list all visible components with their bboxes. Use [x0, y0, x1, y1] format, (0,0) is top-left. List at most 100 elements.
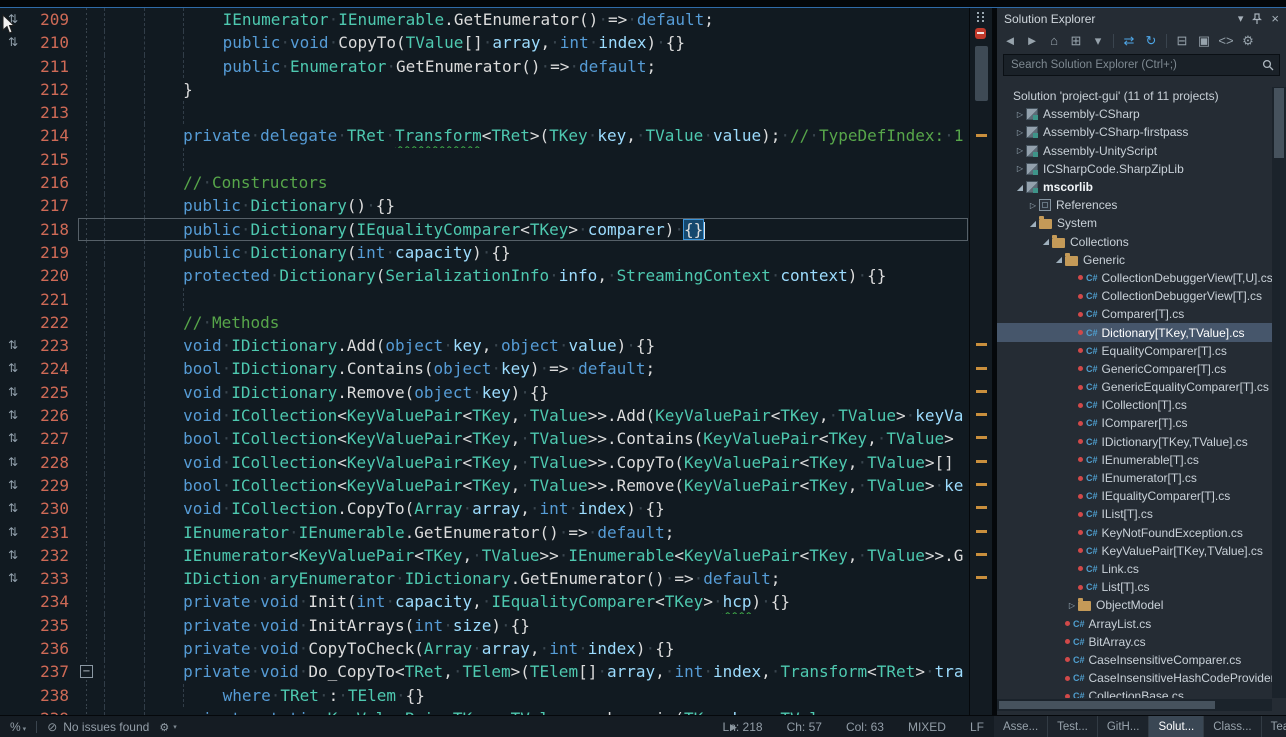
line-number[interactable]: 216 — [26, 171, 78, 194]
search-icon[interactable] — [1262, 59, 1274, 71]
tree-item[interactable]: C#CaseInsensitiveComparer.cs — [997, 651, 1272, 669]
code-line[interactable]: ⇅230void·ICollection.CopyTo(Array·array,… — [0, 497, 970, 520]
code-line[interactable]: 219public·Dictionary(int·capacity)·{} — [0, 241, 970, 264]
code-line[interactable]: ⇅233IDiction·aryEnumerator·IDictionary.G… — [0, 567, 970, 590]
view-picker-caret-icon[interactable]: ▾ — [1089, 31, 1107, 51]
scroll-right-icon[interactable]: ▶ — [730, 722, 737, 733]
tree-item[interactable]: ▷ICSharpCode.SharpZipLib — [997, 160, 1272, 178]
line-number[interactable]: 221 — [26, 288, 78, 311]
code-editor[interactable]: ⇅209IEnumerator·IEnumerable.GetEnumerato… — [0, 8, 992, 715]
fold-collapse-icon[interactable]: − — [80, 665, 93, 678]
line-number[interactable]: 231 — [26, 521, 78, 544]
eol-indicator[interactable]: LF — [970, 720, 984, 734]
code-line[interactable]: ⇅224bool·IDictionary.Contains(object·key… — [0, 357, 970, 380]
code-cleanup-button[interactable]: ⚙ ▾ — [159, 721, 176, 734]
line-number[interactable]: 237 — [26, 660, 78, 683]
code-line[interactable]: 237−private·void·Do_CopyTo<TRet,·TElem>(… — [0, 660, 970, 683]
line-number[interactable]: 220 — [26, 264, 78, 287]
tree-item[interactable]: ◢Generic — [997, 251, 1272, 269]
tree-item[interactable]: C#CollectionDebuggerView[T,U].cs — [997, 269, 1272, 287]
scrollbar-thumb[interactable] — [1274, 88, 1284, 158]
code-line[interactable]: ⇅229bool·ICollection<KeyValuePair<TKey,·… — [0, 474, 970, 497]
code-line[interactable]: 235private·void·InitArrays(int·size)·{} — [0, 614, 970, 637]
code-line[interactable]: 215 — [0, 148, 970, 171]
code-line[interactable]: ⇅209IEnumerator·IEnumerable.GetEnumerato… — [0, 8, 970, 31]
line-number[interactable]: 228 — [26, 451, 78, 474]
code-line[interactable]: 214private·delegate·TRet·Transform<TRet>… — [0, 124, 970, 147]
references-gutter-icon[interactable]: ⇅ — [0, 544, 26, 567]
tree-item[interactable]: C#Comparer[T].cs — [997, 305, 1272, 323]
line-number[interactable]: 210 — [26, 31, 78, 54]
code-line[interactable]: 212} — [0, 78, 970, 101]
expander-expanded-icon[interactable]: ◢ — [1027, 219, 1039, 228]
line-number[interactable]: 233 — [26, 567, 78, 590]
view-picker-icon[interactable]: ⊞ — [1067, 31, 1085, 51]
code-line[interactable]: ⇅228void·ICollection<KeyValuePair<TKey,·… — [0, 451, 970, 474]
home-icon[interactable]: ⌂ — [1045, 31, 1063, 51]
tree-item[interactable]: C#Link.cs — [997, 560, 1272, 578]
line-number[interactable]: 213 — [26, 101, 78, 124]
code-line[interactable]: ⇅226void·ICollection<KeyValuePair<TKey,·… — [0, 404, 970, 427]
expander-collapsed-icon[interactable]: ▷ — [1066, 601, 1078, 610]
line-number[interactable]: 230 — [26, 497, 78, 520]
pin-icon[interactable] — [1252, 13, 1262, 25]
expander-collapsed-icon[interactable]: ▷ — [1014, 164, 1026, 173]
tree-item[interactable]: C#List[T].cs — [997, 578, 1272, 596]
tree-item[interactable]: ▷ObjectModel — [997, 596, 1272, 614]
tree-item[interactable]: C#GenericComparer[T].cs — [997, 360, 1272, 378]
code-line[interactable]: ⇅223void·IDictionary.Add(object·key,·obj… — [0, 334, 970, 357]
splitter-grip-icon[interactable] — [977, 12, 979, 14]
line-number[interactable]: 232 — [26, 544, 78, 567]
properties-wrench-icon[interactable]: ⚙ — [1239, 31, 1257, 51]
tool-window-tab[interactable]: GitH... — [1098, 716, 1150, 737]
zoom-control[interactable]: %▾ — [10, 720, 26, 734]
code-line[interactable]: 222//·Methods — [0, 311, 970, 334]
expander-expanded-icon[interactable]: ◢ — [1053, 255, 1065, 264]
line-number[interactable]: 215 — [26, 148, 78, 171]
tree-item[interactable]: C#IEnumerator[T].cs — [997, 469, 1272, 487]
close-icon[interactable]: × — [1271, 11, 1279, 26]
line-number[interactable]: 209 — [26, 8, 78, 31]
code-line[interactable]: 220protected·Dictionary(SerializationInf… — [0, 264, 970, 287]
tool-window-tab[interactable]: Test... — [1048, 716, 1098, 737]
code-area[interactable]: ⇅209IEnumerator·IEnumerable.GetEnumerato… — [0, 8, 970, 715]
references-gutter-icon[interactable]: ⇅ — [0, 567, 26, 590]
code-line[interactable]: 211public·Enumerator·GetEnumerator()·=>·… — [0, 55, 970, 78]
tool-window-tab[interactable]: Solut... — [1149, 716, 1204, 737]
refresh-icon[interactable]: ↻ — [1142, 31, 1160, 51]
code-line[interactable]: 234private·void·Init(int·capacity,·IEqua… — [0, 590, 970, 613]
code-line[interactable]: ⇅232IEnumerator<KeyValuePair<TKey,·TValu… — [0, 544, 970, 567]
code-line[interactable]: 236private·void·CopyToCheck(Array·array,… — [0, 637, 970, 660]
tree-item[interactable]: ▷Assembly-CSharp-firstpass — [997, 123, 1272, 141]
code-line[interactable]: 239private·static·KeyValuePair<TKey,·TVa… — [0, 707, 970, 715]
solution-search[interactable] — [1003, 54, 1280, 76]
tree-item[interactable]: ◢Collections — [997, 233, 1272, 251]
tree-item[interactable]: C#CollectionBase.cs — [997, 687, 1272, 698]
line-number[interactable]: 217 — [26, 194, 78, 217]
line-number[interactable]: 224 — [26, 357, 78, 380]
line-number[interactable]: 218 — [26, 218, 78, 241]
expander-expanded-icon[interactable]: ◢ — [1040, 237, 1052, 246]
code-line[interactable]: ⇅225void·IDictionary.Remove(object·key)·… — [0, 381, 970, 404]
references-gutter-icon[interactable]: ⇅ — [0, 451, 26, 474]
references-gutter-icon[interactable]: ⇅ — [0, 404, 26, 427]
show-all-files-icon[interactable]: ▣ — [1195, 31, 1213, 51]
expander-expanded-icon[interactable]: ◢ — [1014, 183, 1026, 192]
code-line[interactable]: 218public·Dictionary(IEqualityComparer<T… — [0, 218, 970, 241]
line-number[interactable]: 238 — [26, 684, 78, 707]
tree-item[interactable]: ▷Assembly-UnityScript — [997, 142, 1272, 160]
line-number[interactable]: 211 — [26, 55, 78, 78]
line-number[interactable]: 227 — [26, 427, 78, 450]
tree-item[interactable]: C#EqualityComparer[T].cs — [997, 342, 1272, 360]
line-number[interactable]: 214 — [26, 124, 78, 147]
references-gutter-icon[interactable]: ⇅ — [0, 334, 26, 357]
forward-icon[interactable]: ► — [1023, 31, 1041, 51]
window-options-icon[interactable]: ▾ — [1238, 12, 1244, 25]
references-gutter-icon[interactable]: ⇅ — [0, 497, 26, 520]
code-line[interactable]: 217public·Dictionary()·{} — [0, 194, 970, 217]
tree-item[interactable]: ◢System — [997, 214, 1272, 232]
line-number[interactable]: 219 — [26, 241, 78, 264]
code-line[interactable]: 221 — [0, 288, 970, 311]
line-indicator[interactable]: Ln: 218 — [723, 720, 763, 734]
sync-with-active-document-icon[interactable]: ⇄ — [1120, 31, 1138, 51]
